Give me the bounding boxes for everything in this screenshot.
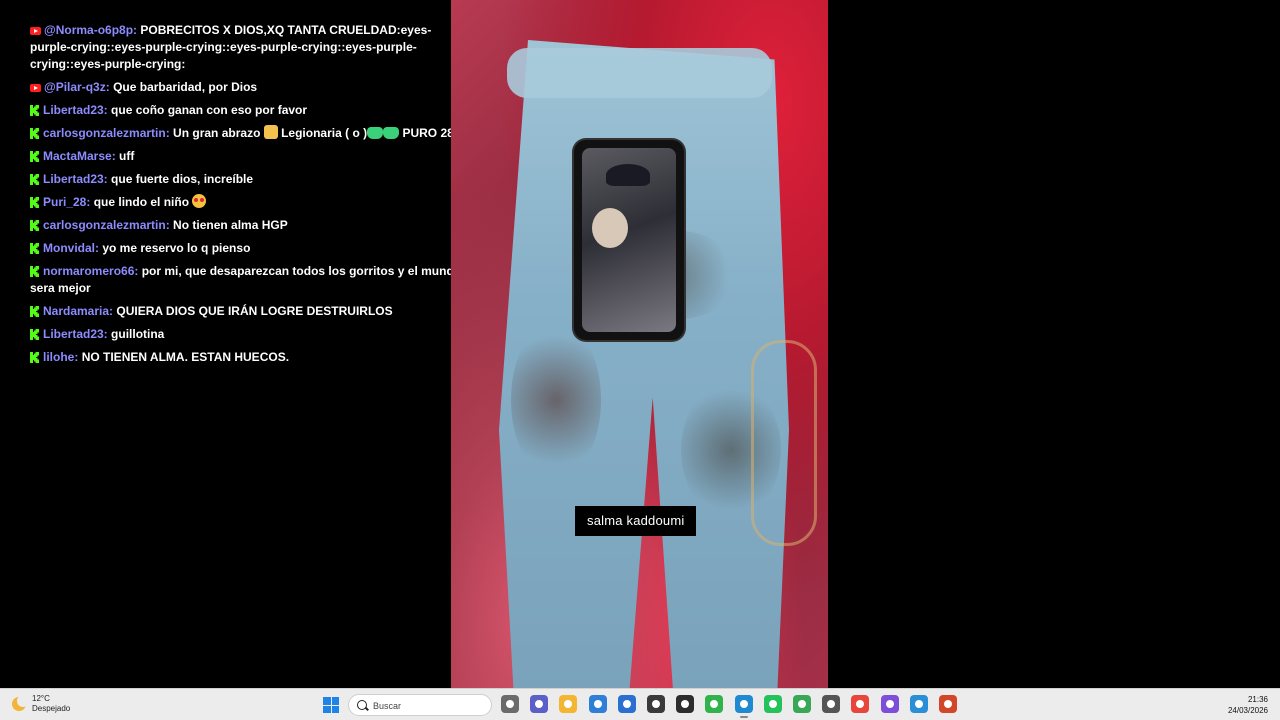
chat-username[interactable]: Libertad23: xyxy=(43,172,108,186)
chat-message: Puri_28: que lindo el niño xyxy=(30,194,470,211)
circle-app-icon[interactable] xyxy=(880,695,899,713)
teams-icon[interactable] xyxy=(530,695,549,713)
search-input[interactable] xyxy=(371,698,485,714)
microsoft-store-icon[interactable] xyxy=(588,695,607,713)
app-cube-icon[interactable] xyxy=(676,695,695,713)
chat-text: PURO 28 xyxy=(402,126,454,140)
weather-widget[interactable]: 12°C Despejado xyxy=(12,694,70,714)
folded-hands-emoji-icon xyxy=(263,125,278,139)
video-player[interactable]: salma kaddoumi xyxy=(451,0,828,688)
youtube-icon xyxy=(30,27,41,35)
chat-message: carlosgonzalezmartin: No tienen alma HGP xyxy=(30,217,470,234)
chrome-profile-icon[interactable] xyxy=(793,695,811,713)
mail-icon[interactable] xyxy=(617,695,636,713)
chat-username[interactable]: Nardamaria: xyxy=(43,304,113,318)
start-button[interactable] xyxy=(323,697,339,713)
chat-message: Libertad23: que fuerte dios, increíble xyxy=(30,171,470,188)
chat-text: NO TIENEN ALMA. ESTAN HUECOS. xyxy=(81,350,290,364)
clock-date: 24/03/2026 xyxy=(1227,706,1268,715)
windows-logo-icon xyxy=(323,697,331,705)
kick-cat-emote-icon xyxy=(367,127,384,139)
chat-username[interactable]: Libertad23: xyxy=(43,327,108,341)
weather-temp: 12°C xyxy=(32,694,50,703)
kick-icon xyxy=(30,243,40,254)
chat-message: Monvidal: yo me reservo lo q pienso xyxy=(30,240,470,257)
kick-icon xyxy=(30,352,40,363)
chat-message: Nardamaria: QUIERA DIOS QUE IRÁN LOGRE D… xyxy=(30,303,470,320)
chat-message: @Pilar-q3z: Que barbaridad, por Dios xyxy=(30,79,470,96)
chat-username[interactable]: carlosgonzalezmartin: xyxy=(43,218,170,232)
kick-icon xyxy=(30,174,40,185)
chat-username[interactable]: lilohe: xyxy=(43,350,78,364)
chat-text: QUIERA DIOS QUE IRÁN LOGRE DESTRUIRLOS xyxy=(116,304,393,318)
chat-message: MactaMarse: uff xyxy=(30,148,470,165)
chat-message: normaromero66: por mi, que desaparezcan … xyxy=(30,263,470,297)
powerpoint-icon[interactable] xyxy=(939,695,957,713)
kick-icon xyxy=(30,105,40,116)
embroidery-logo xyxy=(751,340,817,546)
chat-text: Que barbaridad, por Dios xyxy=(113,80,258,94)
phone-photo xyxy=(574,140,684,340)
youtube-icon xyxy=(30,84,41,92)
chat-text: guillotina xyxy=(111,327,165,341)
kick-icon xyxy=(30,220,40,231)
search-icon xyxy=(357,700,367,710)
heart-eyes-emoji-icon xyxy=(192,194,207,208)
recorder-icon[interactable] xyxy=(647,695,665,713)
chat-username[interactable]: MactaMarse: xyxy=(43,149,116,163)
task-view-icon[interactable] xyxy=(501,695,519,713)
kick-icon xyxy=(30,197,40,208)
chat-username[interactable]: carlosgonzalezmartin: xyxy=(43,126,170,140)
kick-icon xyxy=(30,128,40,139)
chat-text: que coño ganan con eso por favor xyxy=(111,103,308,117)
chat-message: carlosgonzalezmartin: Un gran abrazo Leg… xyxy=(30,125,470,142)
kick-icon xyxy=(30,151,40,162)
chat-message: Libertad23: guillotina xyxy=(30,326,470,343)
clock-time: 21:36 xyxy=(1247,695,1268,704)
video-caption: salma kaddoumi xyxy=(575,506,697,536)
chat-text: yo me reservo lo q pienso xyxy=(102,241,251,255)
chat-username[interactable]: normaromero66: xyxy=(43,264,138,278)
kick-icon xyxy=(30,306,40,317)
kick-icon xyxy=(30,329,40,340)
file-explorer-icon[interactable] xyxy=(559,695,578,713)
chat-username[interactable]: @Norma-o6p8p: xyxy=(44,23,137,37)
moon-icon xyxy=(12,695,29,711)
live-chat-overlay: @Norma-o6p8p: POBRECITOS X DIOS,XQ TANTA… xyxy=(30,22,470,372)
kick-icon xyxy=(30,266,40,277)
chat-username[interactable]: @Pilar-q3z: xyxy=(44,80,110,94)
chat-username[interactable]: Libertad23: xyxy=(43,103,108,117)
chat-message: Libertad23: que coño ganan con eso por f… xyxy=(30,102,470,119)
chrome-icon[interactable] xyxy=(851,695,870,713)
stain-mark xyxy=(511,320,601,480)
earth-app-icon[interactable] xyxy=(909,695,928,713)
chat-text: que fuerte dios, increíble xyxy=(111,172,254,186)
pants-waistband xyxy=(507,48,772,98)
chat-text: No tienen alma HGP xyxy=(173,218,288,232)
chat-username[interactable]: Puri_28: xyxy=(43,195,90,209)
system-clock[interactable]: 21:36 24/03/2026 xyxy=(1228,694,1268,716)
chat-text: que lindo el niño xyxy=(93,195,190,209)
chat-username[interactable]: Monvidal: xyxy=(43,241,99,255)
settings-app-icon[interactable] xyxy=(822,695,841,713)
chat-message: lilohe: NO TIENEN ALMA. ESTAN HUECOS. xyxy=(30,349,470,366)
whatsapp-icon[interactable] xyxy=(763,695,782,713)
taskbar: 12°C Despejado 21:36 24/03/2026 xyxy=(0,688,1280,720)
green-app-icon[interactable] xyxy=(705,695,724,713)
chat-text: uff xyxy=(119,149,135,163)
weather-desc: Despejado xyxy=(32,704,71,713)
taskbar-search[interactable] xyxy=(348,694,492,716)
edge-icon[interactable] xyxy=(734,695,753,718)
chat-text: Un gran abrazo xyxy=(173,126,261,140)
chat-text: Legionaria ( o ) xyxy=(281,126,368,140)
chat-message: @Norma-o6p8p: POBRECITOS X DIOS,XQ TANTA… xyxy=(30,22,470,73)
kick-cat-emote-icon xyxy=(383,127,400,139)
